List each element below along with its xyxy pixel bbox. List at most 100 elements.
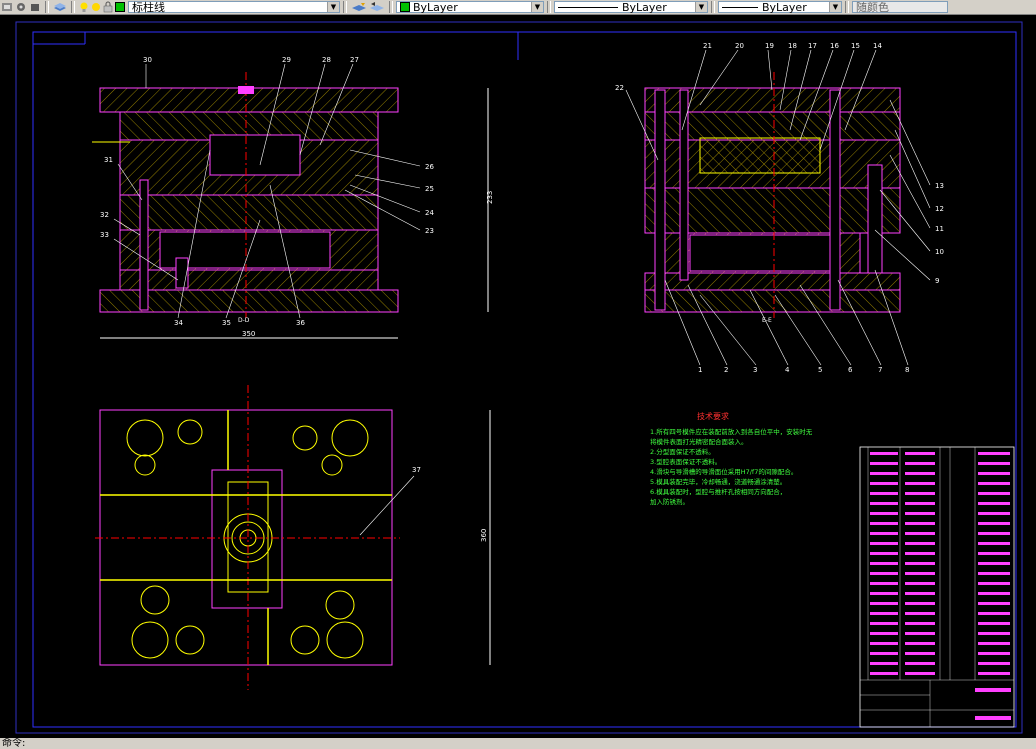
dim-width: 350 bbox=[242, 330, 255, 338]
guide-pin bbox=[829, 89, 841, 311]
sun-icon[interactable] bbox=[91, 1, 101, 13]
sprue-bushing bbox=[238, 86, 254, 94]
callout: 2 bbox=[724, 366, 728, 374]
callout: 34 bbox=[174, 319, 183, 327]
callout: 4 bbox=[785, 366, 790, 374]
color-value: ByLayer bbox=[413, 0, 458, 14]
bottom-clamp-plate bbox=[644, 289, 901, 313]
toolbar-separator bbox=[71, 1, 75, 13]
callout: 14 bbox=[873, 42, 882, 50]
callout: 10 bbox=[935, 248, 944, 256]
make-current-svg bbox=[352, 3, 366, 11]
lightbulb-icon[interactable] bbox=[79, 1, 89, 13]
plan-part-circle bbox=[223, 513, 273, 563]
title-block bbox=[859, 446, 1015, 728]
color-dropdown[interactable]: ByLayer ▼ bbox=[396, 1, 544, 13]
ejector-plate bbox=[119, 269, 379, 291]
toolbar-separator bbox=[547, 1, 551, 13]
tech-item: 加入防锈剂。 bbox=[650, 497, 689, 506]
make-current-icon[interactable] bbox=[351, 1, 367, 13]
callout: 9 bbox=[935, 277, 939, 285]
lightbulb-svg bbox=[80, 2, 88, 12]
section-view-ee: E-E bbox=[644, 72, 901, 324]
command-line[interactable]: 命令: bbox=[0, 738, 1036, 749]
guide-pin bbox=[139, 179, 149, 311]
drawing-canvas[interactable]: 233 350 D-D 30 29 28 27 26 25 24 23 31 3… bbox=[0, 15, 1036, 738]
chevron-down-icon[interactable]: ▼ bbox=[531, 2, 543, 12]
color-swatch bbox=[400, 2, 410, 12]
callout: 11 bbox=[935, 225, 944, 233]
lineweight-value: ByLayer bbox=[762, 0, 807, 14]
ejector-space bbox=[689, 234, 831, 272]
chevron-down-icon[interactable]: ▼ bbox=[829, 2, 841, 12]
lock-icon[interactable] bbox=[103, 1, 113, 13]
tech-title: 技术要求 bbox=[697, 411, 729, 421]
callout: 20 bbox=[735, 42, 744, 50]
tech-item: 3.型腔表面保证不透料。 bbox=[650, 457, 721, 466]
leader-line bbox=[359, 475, 415, 536]
callout: 7 bbox=[878, 366, 882, 374]
gear-icon[interactable] bbox=[15, 1, 27, 13]
linetype-value: ByLayer bbox=[622, 0, 667, 14]
callout: 37 bbox=[412, 466, 421, 474]
toolbar-separator bbox=[845, 1, 849, 13]
layer-state-icon[interactable] bbox=[1, 1, 13, 13]
bom-frame bbox=[859, 446, 1015, 728]
callout: 13 bbox=[935, 182, 944, 190]
section-view-dd: 233 350 D-D bbox=[92, 72, 494, 339]
callout: 12 bbox=[935, 205, 944, 213]
callout: 21 bbox=[703, 42, 712, 50]
layers-manager-icon[interactable] bbox=[53, 1, 67, 13]
guide-pin bbox=[654, 89, 666, 311]
callout: 36 bbox=[296, 319, 305, 327]
return-pin bbox=[175, 257, 189, 289]
lineweight-dropdown[interactable]: ByLayer ▼ bbox=[718, 1, 842, 13]
callout: 19 bbox=[765, 42, 774, 50]
sun-svg bbox=[92, 3, 100, 11]
lineweight-sample bbox=[722, 6, 758, 8]
callout: 33 bbox=[100, 231, 109, 239]
layer-previous-svg bbox=[31, 4, 39, 11]
toolbar-separator bbox=[389, 1, 393, 13]
callout: 5 bbox=[818, 366, 822, 374]
layer-dropdown[interactable]: 标柱线 ▼ bbox=[128, 1, 340, 13]
plan-view: 360 37 bbox=[95, 385, 491, 690]
callout: 30 bbox=[143, 56, 152, 64]
toolbar-separator bbox=[711, 1, 715, 13]
callout: 26 bbox=[425, 163, 434, 171]
dim-height: 233 bbox=[486, 191, 494, 204]
callout: 16 bbox=[830, 42, 839, 50]
chevron-down-icon[interactable]: ▼ bbox=[327, 2, 339, 12]
callout: 17 bbox=[808, 42, 817, 50]
callout: 8 bbox=[905, 366, 909, 374]
bom-grid bbox=[860, 447, 1014, 727]
callout: 25 bbox=[425, 185, 434, 193]
linetype-dropdown[interactable]: ByLayer ▼ bbox=[554, 1, 708, 13]
layer-previous-icon[interactable] bbox=[29, 1, 41, 13]
tech-item: 1.所有四号模件应在装配前放入到各自位平中，安装时无 bbox=[650, 427, 813, 436]
callout: 6 bbox=[848, 366, 853, 374]
plotstyle-value: 随颜色 bbox=[856, 0, 889, 14]
layer-previous-arrow-icon[interactable] bbox=[369, 1, 385, 13]
section-label: D-D bbox=[238, 317, 250, 324]
layer-name: 标柱线 bbox=[132, 0, 165, 14]
layer-state-svg bbox=[2, 3, 12, 11]
tech-item: 6.模具装配时，型腔与推杆孔按相同方向配合， bbox=[650, 487, 786, 496]
callout: 31 bbox=[104, 156, 113, 164]
plotstyle-dropdown[interactable]: 随颜色 bbox=[852, 1, 948, 13]
callout: 28 bbox=[322, 56, 331, 64]
callout: 35 bbox=[222, 319, 231, 327]
tech-item: 4.滑块与导滑槽的导滑面位采用H7/f7的间隙配合。 bbox=[650, 467, 797, 476]
callout: 29 bbox=[282, 56, 291, 64]
callout: 1 bbox=[698, 366, 702, 374]
chevron-down-icon[interactable]: ▼ bbox=[695, 2, 707, 12]
layer-color-swatch bbox=[115, 1, 125, 13]
toolbar-separator bbox=[45, 1, 49, 13]
properties-toolbar: 标柱线 ▼ ByLayer ▼ ByLayer ▼ ByLayer ▼ 随颜色 bbox=[0, 0, 1036, 15]
core-plate bbox=[119, 194, 379, 231]
tech-item: 2.分型面保证不透料。 bbox=[650, 447, 715, 456]
callout: 15 bbox=[851, 42, 860, 50]
callout: 27 bbox=[350, 56, 359, 64]
command-prompt: 命令: bbox=[2, 738, 26, 749]
callout: 22 bbox=[615, 84, 624, 92]
